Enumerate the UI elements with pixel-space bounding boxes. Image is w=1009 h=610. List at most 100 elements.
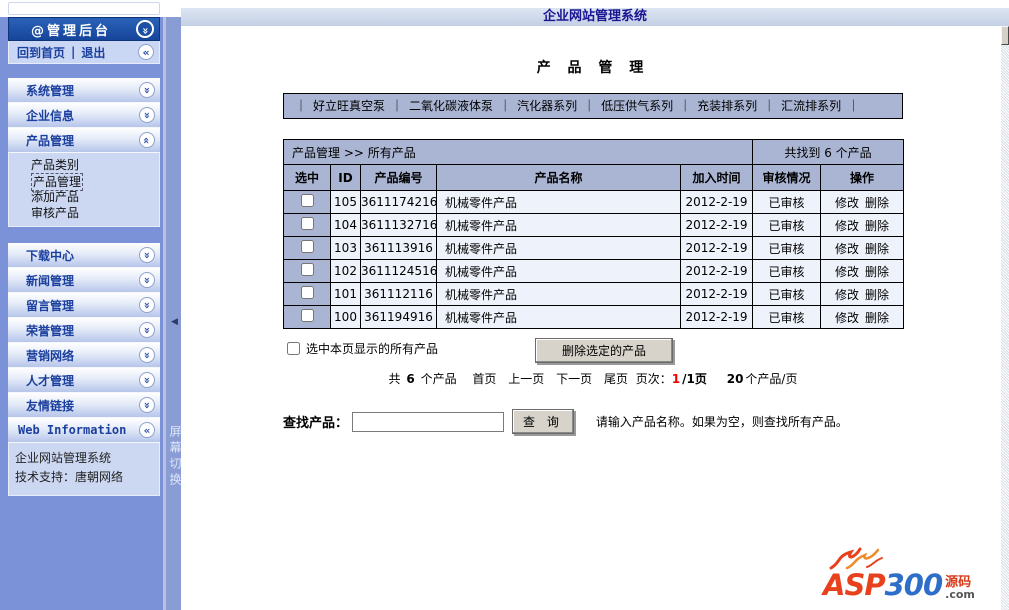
logo-asp: ASP [823,568,886,602]
row-id: 105 [330,190,361,214]
sidebar-item-download-center[interactable]: 下载中心 « [8,243,160,268]
category-link[interactable]: 充装排系列 [697,99,757,113]
delete-link[interactable]: 删除 [865,242,889,256]
chevron-down-icon[interactable]: « [139,347,155,363]
screen-toggle-label[interactable]: 屏幕切换 [167,425,184,489]
sidebar-item-company-info[interactable]: 企业信息 « [8,103,160,128]
chevron-down-icon[interactable]: « [139,372,155,388]
logout-link[interactable]: 退出 [81,44,105,61]
row-code: 361194916 [360,305,437,329]
row-date: 2012-2-19 [679,190,754,214]
row-checkbox[interactable] [300,240,314,253]
delete-link[interactable]: 删除 [865,265,889,279]
pagination-total-prefix: 共 [388,372,401,386]
sidebar-item-system[interactable]: 系统管理 « [8,78,160,103]
chevron-down-icon[interactable]: « [139,107,155,123]
collapse-left-icon[interactable]: « [139,422,155,438]
delete-link[interactable]: 删除 [865,196,889,210]
sidebar-item-talent-mgmt[interactable]: 人才管理 « [8,368,160,393]
row-status: 已审核 [752,213,822,237]
edit-link[interactable]: 修改 [835,242,859,256]
chevron-down-icon[interactable]: « [139,82,155,98]
row-checkbox[interactable] [300,217,314,230]
pagination-prev[interactable]: 上一页 [508,372,544,386]
sidebar-footer: 企业网站管理系统 技术支持：唐朝网络 [8,443,160,496]
row-checkbox[interactable] [300,194,314,207]
sidebar-item-friendly-links[interactable]: 友情链接 « [8,393,160,418]
sidebar-item-label: 下载中心 [26,248,75,263]
search-input[interactable] [352,411,505,432]
pagination-first[interactable]: 首页 [472,372,496,386]
row-actions: 修改 删除 [820,259,905,283]
submenu-item-product-category[interactable]: 产品类别 [9,157,159,173]
col-header-select: 选中 [283,164,331,191]
pagination-last[interactable]: 尾页 [604,372,628,386]
edit-link[interactable]: 修改 [835,265,859,279]
row-checkbox[interactable] [300,286,314,299]
delete-link[interactable]: 删除 [865,288,889,302]
col-header-name: 产品名称 [436,164,681,191]
delete-link[interactable]: 删除 [865,311,889,325]
pagination-total: 共 6 个产品 [389,372,457,386]
vertical-scrollbar[interactable] [1001,26,1009,610]
found-count-text: 共找到 6 个产品 [752,139,905,165]
sidebar-item-marketing-network[interactable]: 营销网络 « [8,343,160,368]
submenu-label: 产品类别 [31,158,80,172]
collapse-arrow-icon[interactable]: ◀ [171,317,178,327]
row-actions: 修改 删除 [820,213,905,237]
row-id: 103 [330,236,361,260]
submenu-item-product-manage[interactable]: 产品管理 [9,173,159,191]
pagination-next[interactable]: 下一页 [556,372,592,386]
web-information-label: Web Information [18,423,127,437]
edit-link[interactable]: 修改 [835,288,859,302]
edit-link[interactable]: 修改 [835,311,859,325]
table-row: 104 3611132716 机械零件产品 2012-2-19 已审核 修改 删除 [283,213,905,237]
sidebar-item-news-mgmt[interactable]: 新闻管理 « [8,268,160,293]
category-separator: ｜ [499,99,512,113]
collapse-left-icon[interactable]: « [138,44,154,60]
chevron-down-icon[interactable]: « [139,297,155,313]
chevron-up-icon[interactable]: « [139,132,155,148]
submenu-item-review-product[interactable]: 审核产品 [9,205,159,221]
edit-link[interactable]: 修改 [835,196,859,210]
sidebar-item-honor-mgmt[interactable]: 荣誉管理 « [8,318,160,343]
content: 产 品 管 理 ｜ 好立旺真空泵 ｜ 二氧化碳液体泵 ｜ 汽化器系列 ｜ 低压供气系列 ｜ 充装排… [282,0,905,434]
row-checkbox[interactable] [300,309,314,322]
scrollbar-thumb[interactable] [1001,26,1009,45]
screen-toggle-strip[interactable]: ◀ 屏幕切换 [163,17,184,610]
category-link[interactable]: 低压供气系列 [601,99,673,113]
logo-com: .com [945,588,975,601]
chevron-down-icon[interactable]: « [139,397,155,413]
category-link[interactable]: 二氧化碳液体泵 [409,99,493,113]
chevron-down-icon[interactable]: « [139,322,155,338]
category-separator: ｜ [295,99,308,113]
asp300-logo[interactable]: ASP 300 源码 .com [823,544,993,600]
category-link[interactable]: 汽化器系列 [517,99,577,113]
category-link[interactable]: 汇流排系列 [781,99,841,113]
row-status: 已审核 [752,236,822,260]
chevron-down-icon[interactable]: « [139,247,155,263]
admin-backend-header[interactable]: @管理后台 « [8,17,160,41]
sidebar-item-label: 系统管理 [26,83,75,98]
edit-link[interactable]: 修改 [835,219,859,233]
col-header-date: 加入时间 [679,164,754,191]
submenu-item-add-product[interactable]: 添加产品 [9,189,159,205]
category-link[interactable]: 好立旺真空泵 [313,99,385,113]
select-all-checkbox[interactable] [287,342,300,355]
main-area: 企业网站管理系统 产 品 管 理 ｜好立旺真空泵｜二氧化碳液体泵｜汽化器系列｜低… [181,0,1009,610]
row-select-cell [283,282,331,306]
sidebar: @管理后台 « 回到首页 | 退出 « 系统管理 « 企业信息 « 产品管理 «… [0,0,181,610]
web-information-header[interactable]: Web Information « [8,418,160,443]
sidebar-item-message-mgmt[interactable]: 留言管理 « [8,293,160,318]
back-to-home-link[interactable]: 回到首页 [17,44,65,61]
delete-selected-button[interactable]: 删除选定的产品 [535,338,674,363]
chevron-down-icon[interactable]: « [139,272,155,288]
delete-link[interactable]: 删除 [865,219,889,233]
search-button[interactable]: 查 询 [512,409,574,434]
sidebar-item-product-mgmt[interactable]: 产品管理 « [8,128,160,153]
table-row: 100 361194916 机械零件产品 2012-2-19 已审核 修改 删除 [283,305,905,329]
chevron-down-icon[interactable]: « [136,20,154,38]
row-checkbox[interactable] [300,263,314,276]
row-code: 361112116 [360,282,437,306]
